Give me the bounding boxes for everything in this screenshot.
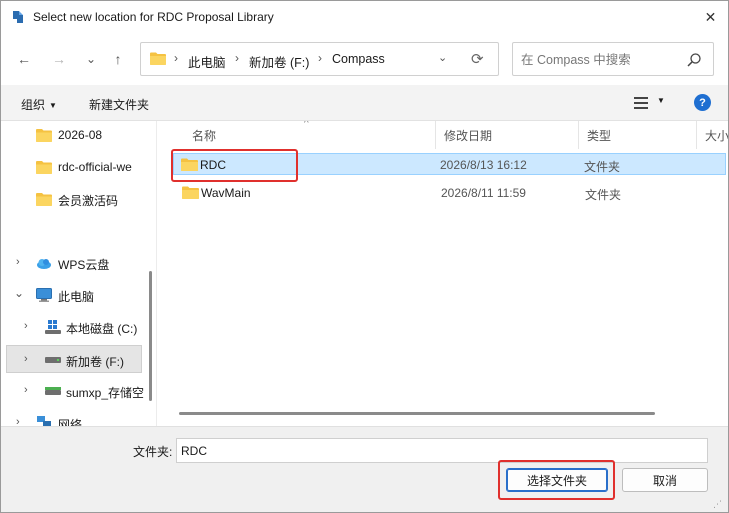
- sidebar-item-drive-c[interactable]: › 本地磁盘 (C:): [1, 313, 151, 341]
- back-arrow-icon: ←: [17, 51, 31, 67]
- chevron-right-icon[interactable]: ›: [24, 320, 28, 332]
- sidebar-item-2026-08[interactable]: 2026-08: [1, 121, 151, 149]
- column-label: 类型: [587, 129, 612, 143]
- breadcrumb-this-pc[interactable]: 此电脑: [188, 52, 226, 71]
- navigation-pane: 2026-08 rdc-official-we 会员激活码 › WPS云盘 ⌄ …: [1, 121, 156, 426]
- file-row-rdc[interactable]: RDC 2026/8/13 16:12 文件夹: [173, 153, 726, 175]
- back-button[interactable]: ←: [12, 47, 36, 71]
- folder-icon: [36, 193, 52, 206]
- chevron-down-icon: ⌄: [85, 52, 97, 66]
- windows-drive-icon: [45, 320, 61, 334]
- organize-button[interactable]: 组织 ▼: [21, 96, 57, 113]
- address-dropdown-icon[interactable]: ⌄: [438, 51, 447, 64]
- breadcrumb-separator: ›: [235, 51, 239, 65]
- sidebar-item-label: sumxp_存储空: [66, 386, 145, 400]
- folder-icon: [182, 186, 199, 199]
- window-title: Select new location for RDC Proposal Lib…: [33, 10, 274, 24]
- folder-icon: [36, 129, 52, 142]
- up-arrow-icon: ↑: [114, 51, 122, 67]
- file-type: 文件夹: [584, 160, 621, 174]
- search-icon[interactable]: [686, 52, 702, 68]
- caret-down-icon: ▼: [49, 101, 57, 110]
- sort-ascending-icon: ^: [304, 121, 309, 129]
- sidebar-item-label: 新加卷 (F:): [66, 355, 124, 369]
- sidebar-item-label: WPS云盘: [58, 258, 110, 272]
- file-list: 名称 ^ 修改日期 类型 大小 RDC 2026/8/13 16:12 文件夹: [161, 121, 728, 426]
- up-button[interactable]: ↑: [106, 47, 130, 71]
- recent-locations-button[interactable]: ⌄: [79, 47, 103, 71]
- folder-name-input[interactable]: [176, 438, 708, 463]
- sidebar-item-rdc-official[interactable]: rdc-official-we: [1, 153, 151, 181]
- folder-icon: [181, 158, 198, 171]
- title-bar: Select new location for RDC Proposal Lib…: [1, 1, 728, 33]
- sidebar-item-label: 本地磁盘 (C:): [66, 322, 138, 336]
- close-button[interactable]: ✕: [693, 1, 728, 33]
- navigation-bar: ← → ⌄ ↑ › 此电脑 › 新加卷 (F:) › Compass ⌄ ⟳: [1, 33, 728, 85]
- drive-icon: [45, 357, 61, 363]
- folder-icon: [36, 161, 52, 174]
- usb-drive-icon: [45, 387, 61, 395]
- column-header-date[interactable]: 修改日期: [436, 121, 579, 149]
- sidebar-item-sumxp-storage[interactable]: › sumxp_存储空: [1, 377, 151, 405]
- chevron-right-icon[interactable]: ›: [16, 256, 20, 268]
- chevron-right-icon[interactable]: ›: [24, 384, 28, 396]
- sidebar-item-wps-cloud[interactable]: › WPS云盘: [1, 249, 151, 277]
- dialog-footer: 文件夹: 选择文件夹 取消 ⋰: [1, 426, 728, 512]
- sidebar-item-label: 网络: [58, 418, 83, 426]
- search-input[interactable]: [521, 51, 681, 69]
- file-row-wavmain[interactable]: WavMain 2026/8/11 11:59 文件夹: [175, 182, 725, 204]
- new-folder-button[interactable]: 新建文件夹: [89, 96, 149, 113]
- network-icon: [37, 416, 51, 426]
- chevron-down-icon[interactable]: ⌄: [14, 286, 24, 300]
- file-date: 2026/8/11 11:59: [441, 186, 526, 200]
- column-label: 修改日期: [444, 129, 493, 143]
- view-options-icon[interactable]: [634, 97, 648, 109]
- forward-arrow-icon: →: [52, 51, 66, 67]
- breadcrumb-separator: ›: [318, 51, 322, 65]
- sidebar-item-label: rdc-official-we: [58, 160, 132, 174]
- refresh-icon[interactable]: ⟳: [471, 50, 484, 68]
- select-folder-button[interactable]: 选择文件夹: [506, 468, 608, 492]
- column-label: 大小: [705, 129, 728, 143]
- file-name: RDC: [200, 158, 226, 172]
- sidebar-item-drive-f[interactable]: › 新加卷 (F:): [6, 345, 142, 373]
- folder-field-label: 文件夹:: [133, 445, 173, 459]
- computer-icon: [36, 288, 52, 302]
- chevron-right-icon[interactable]: ›: [16, 416, 20, 426]
- cloud-icon: [37, 259, 51, 269]
- file-dialog-window: Select new location for RDC Proposal Lib…: [0, 0, 729, 513]
- sidebar-scrollbar[interactable]: [149, 271, 152, 401]
- column-header-name[interactable]: 名称 ^: [184, 121, 436, 149]
- column-header-type[interactable]: 类型: [579, 121, 697, 149]
- horizontal-scrollbar[interactable]: [179, 412, 655, 415]
- file-name: WavMain: [201, 186, 251, 200]
- organize-label: 组织: [21, 98, 46, 112]
- folder-icon: [150, 52, 166, 65]
- file-date: 2026/8/13 16:12: [440, 158, 527, 172]
- breadcrumb-compass[interactable]: Compass: [332, 52, 385, 66]
- close-icon: ✕: [704, 8, 717, 25]
- sidebar-item-label: 2026-08: [58, 128, 103, 142]
- search-box[interactable]: [512, 42, 714, 76]
- app-logo-icon: [13, 11, 23, 23]
- resize-grip-icon[interactable]: ⋰: [713, 499, 722, 510]
- command-toolbar: 组织 ▼ 新建文件夹 ▼ ?: [1, 85, 728, 121]
- address-bar[interactable]: › 此电脑 › 新加卷 (F:) › Compass ⌄ ⟳: [140, 42, 499, 76]
- column-header-size[interactable]: 大小: [697, 121, 728, 149]
- sidebar-item-network[interactable]: › 网络: [1, 409, 151, 426]
- breadcrumb-separator: ›: [174, 51, 178, 65]
- sidebar-item-this-pc[interactable]: ⌄ 此电脑: [1, 281, 151, 309]
- file-type: 文件夹: [585, 188, 622, 202]
- help-icon[interactable]: ?: [694, 94, 711, 111]
- forward-button[interactable]: →: [47, 47, 71, 71]
- column-label: 名称: [192, 129, 217, 143]
- chevron-right-icon[interactable]: ›: [24, 353, 28, 365]
- sidebar-item-member-codes[interactable]: 会员激活码: [1, 185, 151, 213]
- cancel-button[interactable]: 取消: [622, 468, 708, 492]
- sidebar-item-label: 会员激活码: [58, 194, 119, 208]
- breadcrumb-drive-f[interactable]: 新加卷 (F:): [249, 52, 309, 71]
- sidebar-item-label: 此电脑: [58, 290, 95, 304]
- view-caret-down-icon[interactable]: ▼: [657, 96, 665, 105]
